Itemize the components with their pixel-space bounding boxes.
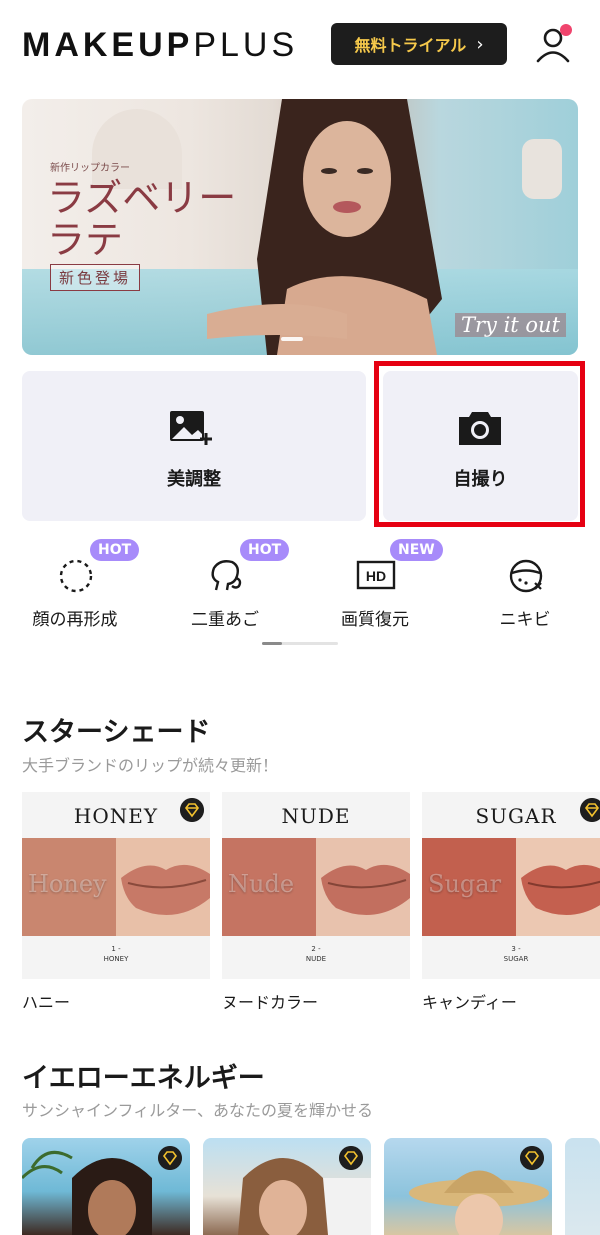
lipstick-swatch: Sugar <box>422 838 516 936</box>
tool-acne[interactable]: ニキビ <box>470 545 580 635</box>
shade-label: キャンディー <box>422 993 517 1012</box>
banner-cta: Try it out <box>455 313 567 337</box>
profile-button[interactable] <box>535 24 575 64</box>
star-shade-subtitle: 大手ブランドのリップが続々更新！ <box>22 756 279 775</box>
shade-card-sugar[interactable]: SUGAR Sugar 3 - SUGAR <box>422 792 600 979</box>
yellow-energy-subtitle: サンシャインフィルター、あなたの夏を輝かせる <box>22 1101 374 1120</box>
shade-label: ハニー <box>22 993 71 1012</box>
hot-badge: HOT <box>90 539 140 561</box>
swatch-text: Honey <box>28 870 107 898</box>
acne-face-icon <box>509 559 543 593</box>
banner-title: ラズベリーラテ <box>47 176 237 262</box>
banner-background-vase <box>522 139 562 199</box>
logo-bold-text: MAKEUP <box>22 26 194 64</box>
promo-banner[interactable]: 新作リップカラー ラズベリーラテ 新色登場 Try it out <box>22 99 578 355</box>
tool-label: 二重あご <box>191 610 259 630</box>
tool-double-chin[interactable]: HOT 二重あご <box>170 539 290 635</box>
shade-number: 2 - NUDE <box>305 945 327 963</box>
filter-card[interactable] <box>203 1138 371 1235</box>
shade-number: 3 - SUGAR <box>503 945 529 963</box>
app-header: MAKEUPPLUS 無料トライアル › <box>0 0 600 90</box>
lips-image <box>516 838 600 936</box>
hot-badge: HOT <box>240 539 290 561</box>
tool-label: 画質復元 <box>341 610 409 630</box>
shade-card-nude[interactable]: NUDE Nude 2 - NUDE <box>222 792 410 979</box>
tool-label: ニキビ <box>499 610 551 630</box>
filter-card[interactable] <box>22 1138 190 1235</box>
shade-label: ヌードカラー <box>222 993 319 1012</box>
tools-scroll-indicator <box>262 642 338 645</box>
head-profile-icon <box>211 560 242 591</box>
retouch-card[interactable]: 美調整 <box>22 371 366 521</box>
shade-name: NUDE <box>281 804 351 828</box>
swatch-text: Nude <box>228 870 295 898</box>
free-trial-button[interactable]: 無料トライアル › <box>331 23 507 65</box>
banner-subtitle: 新作リップカラー <box>50 163 130 174</box>
banner-tag: 新色登場 <box>50 264 141 291</box>
lipstick-swatch: Honey <box>22 838 116 936</box>
lips-image <box>316 838 410 936</box>
retouch-label: 美調整 <box>167 469 221 490</box>
diamond-icon <box>180 798 204 822</box>
shade-number: 1 - HONEY <box>103 945 129 963</box>
filter-card[interactable] <box>565 1138 600 1235</box>
shade-card-honey[interactable]: HONEY Honey 1 - HONEY <box>22 792 210 979</box>
image-add-icon <box>170 411 212 445</box>
tool-label: 顔の再形成 <box>32 610 118 630</box>
free-trial-label: 無料トライアル <box>354 36 467 55</box>
chevron-right-icon: › <box>476 33 484 55</box>
tool-face-reshape[interactable]: HOT 顔の再形成 <box>20 539 140 635</box>
banner-page-indicator <box>281 337 303 341</box>
new-badge: NEW <box>390 539 443 561</box>
yellow-energy-title: イエローエネルギー <box>22 1063 265 1094</box>
diamond-icon <box>580 798 600 822</box>
diamond-icon <box>339 1146 363 1170</box>
shade-name: SUGAR <box>475 804 557 828</box>
swatch-text: Sugar <box>428 870 502 898</box>
hd-icon: HD <box>356 560 396 590</box>
svg-text:HD: HD <box>366 568 386 584</box>
notification-dot <box>560 24 572 36</box>
tool-hd-restore[interactable]: HD NEW 画質復元 <box>320 539 443 635</box>
star-shade-title: スターシェード <box>22 717 211 748</box>
logo-light-text: PLUS <box>193 26 299 64</box>
filter-card[interactable] <box>384 1138 552 1235</box>
face-outline-icon <box>59 559 93 593</box>
diamond-icon <box>158 1146 182 1170</box>
lipstick-swatch: Nude <box>222 838 316 936</box>
app-logo: MAKEUPPLUS <box>22 26 298 64</box>
diamond-icon <box>520 1146 544 1170</box>
lips-image <box>116 838 210 936</box>
selection-highlight <box>374 361 585 527</box>
